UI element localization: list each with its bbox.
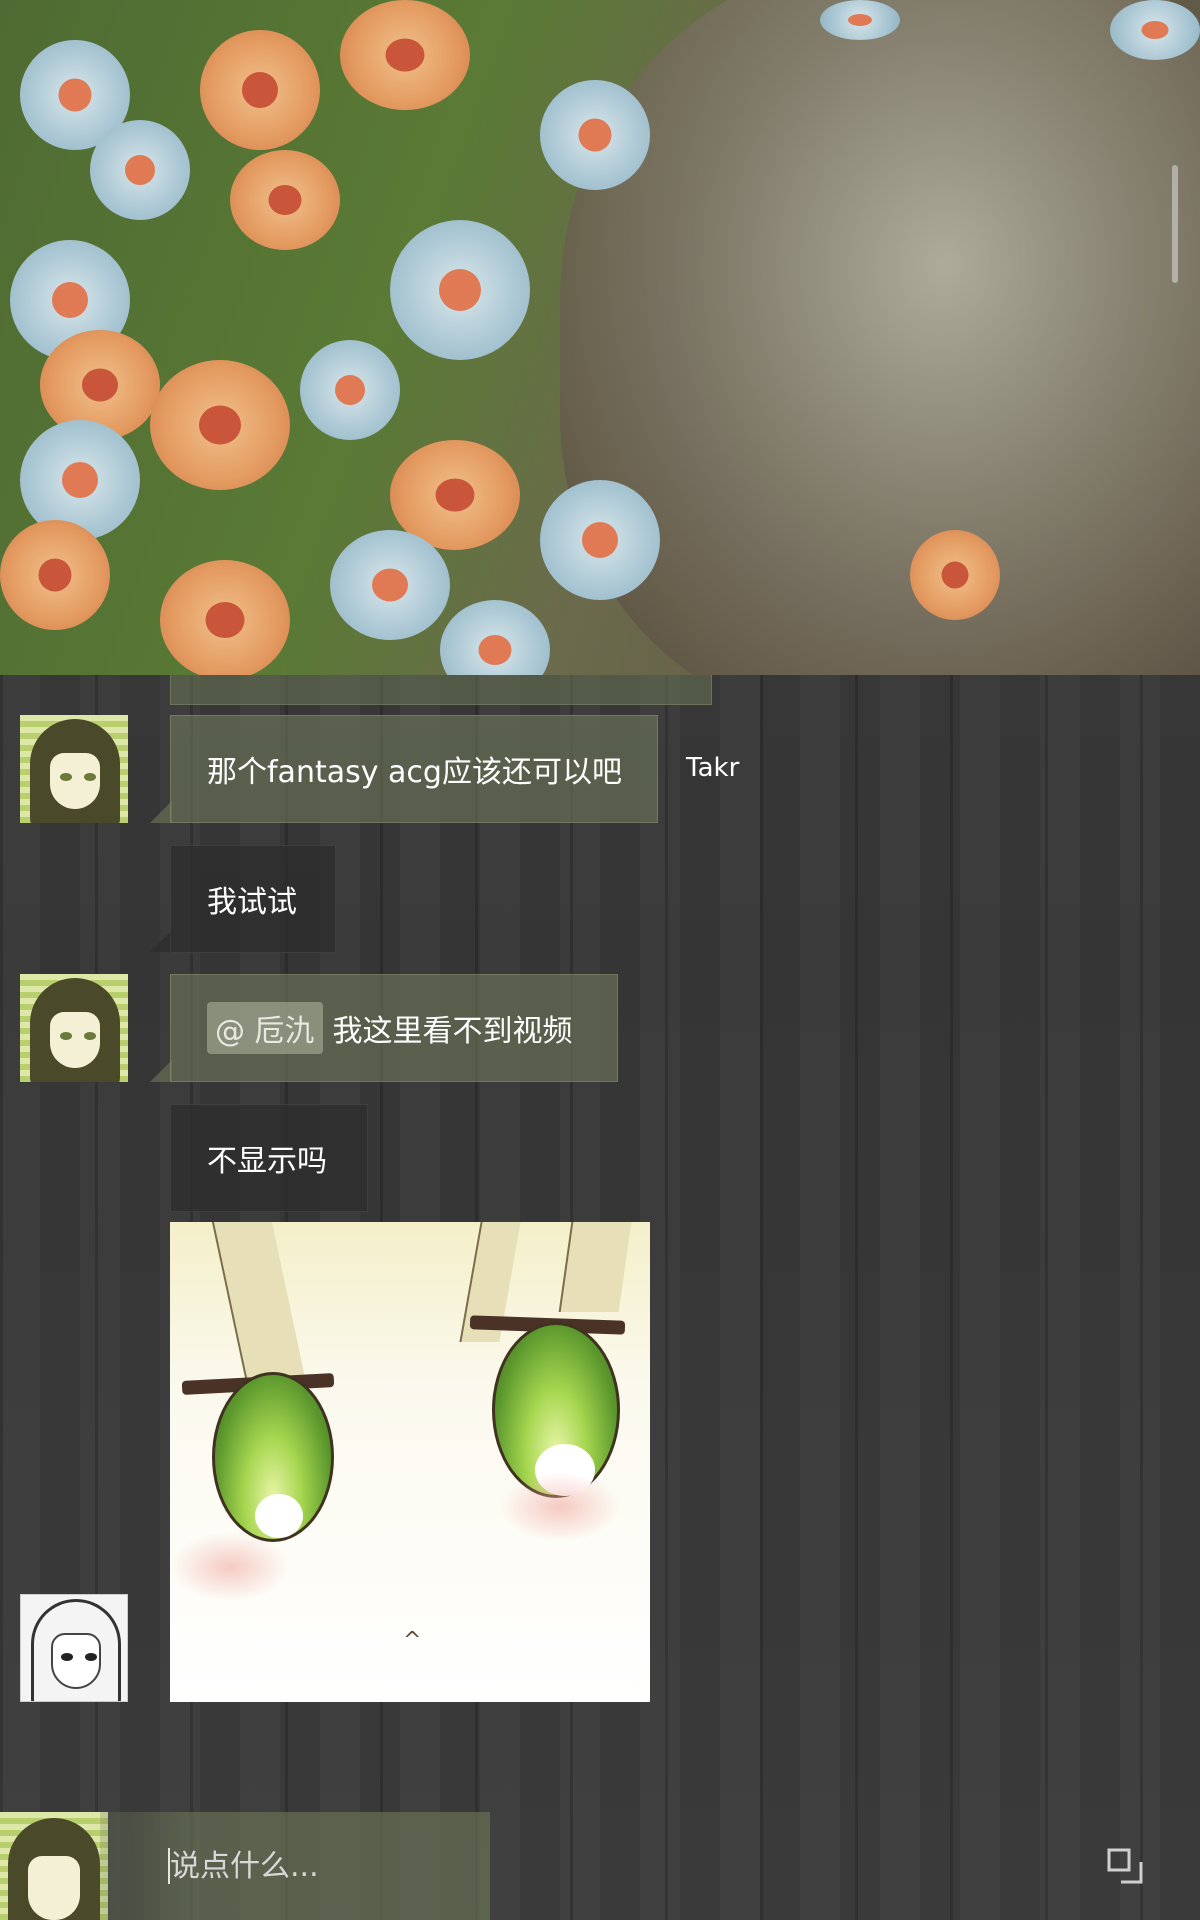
- sender-name: Takr: [686, 753, 740, 783]
- avatar-face: [51, 1633, 101, 1689]
- bubble-tail: [150, 801, 172, 823]
- avatar-eye: [60, 1032, 72, 1040]
- flower: [540, 80, 650, 190]
- flower: [390, 220, 530, 360]
- message-bubble[interactable]: 我试试: [170, 845, 336, 953]
- mention-tag[interactable]: @ 卮氿: [207, 1002, 323, 1054]
- blush: [170, 1532, 290, 1602]
- flower: [540, 480, 660, 600]
- flower: [0, 520, 110, 630]
- message-text: 不显示吗: [207, 1144, 327, 1179]
- avatar-eye: [85, 1653, 97, 1661]
- flower: [90, 120, 190, 220]
- flower: [300, 340, 400, 440]
- mouth: ^: [403, 1628, 422, 1653]
- message-text: 那个fantasy acg应该还可以吧: [207, 755, 622, 790]
- flower: [1110, 0, 1200, 60]
- message-text: 我这里看不到视频: [332, 1014, 573, 1049]
- expand-window-icon: [1107, 1848, 1143, 1884]
- message-bubble[interactable]: 那个fantasy acg应该还可以吧: [170, 715, 658, 823]
- flower: [330, 530, 450, 640]
- avatar-eye: [61, 1653, 73, 1661]
- eye-shine: [255, 1494, 303, 1538]
- avatar-face: [28, 1856, 80, 1920]
- avatar-eye: [84, 1032, 96, 1040]
- flower: [230, 150, 340, 250]
- message-input[interactable]: [100, 1812, 490, 1920]
- avatar[interactable]: [20, 1594, 128, 1702]
- sticker-image[interactable]: ^: [170, 1222, 650, 1702]
- hair-strand: [211, 1222, 309, 1392]
- scroll-indicator[interactable]: [1172, 165, 1178, 283]
- avatar-face: [50, 1012, 100, 1068]
- expand-button[interactable]: [1107, 1848, 1143, 1884]
- illustration-figure: [560, 0, 1200, 675]
- flower: [200, 30, 320, 150]
- avatar[interactable]: [20, 715, 128, 823]
- flower: [150, 360, 290, 490]
- avatar[interactable]: [20, 974, 128, 1082]
- current-user-avatar[interactable]: [0, 1812, 108, 1920]
- message-bubble[interactable]: 不显示吗: [170, 1104, 368, 1212]
- text-caret: [168, 1848, 170, 1884]
- message-bubble[interactable]: @ 卮氿 我这里看不到视频: [170, 974, 618, 1082]
- blush: [500, 1472, 620, 1542]
- flower: [160, 560, 290, 675]
- flower: [340, 0, 470, 110]
- flower: [440, 600, 550, 675]
- message-text: 我试试: [207, 885, 297, 920]
- flower: [910, 530, 1000, 620]
- bubble-tail: [150, 1060, 172, 1082]
- previous-message-bubble: [170, 675, 712, 705]
- avatar-eye: [60, 773, 72, 781]
- header-illustration: [0, 0, 1200, 675]
- hair-strand: [558, 1222, 632, 1312]
- bubble-tail: [150, 930, 172, 952]
- flower: [820, 0, 900, 40]
- avatar-face: [50, 753, 100, 809]
- avatar-eye: [84, 773, 96, 781]
